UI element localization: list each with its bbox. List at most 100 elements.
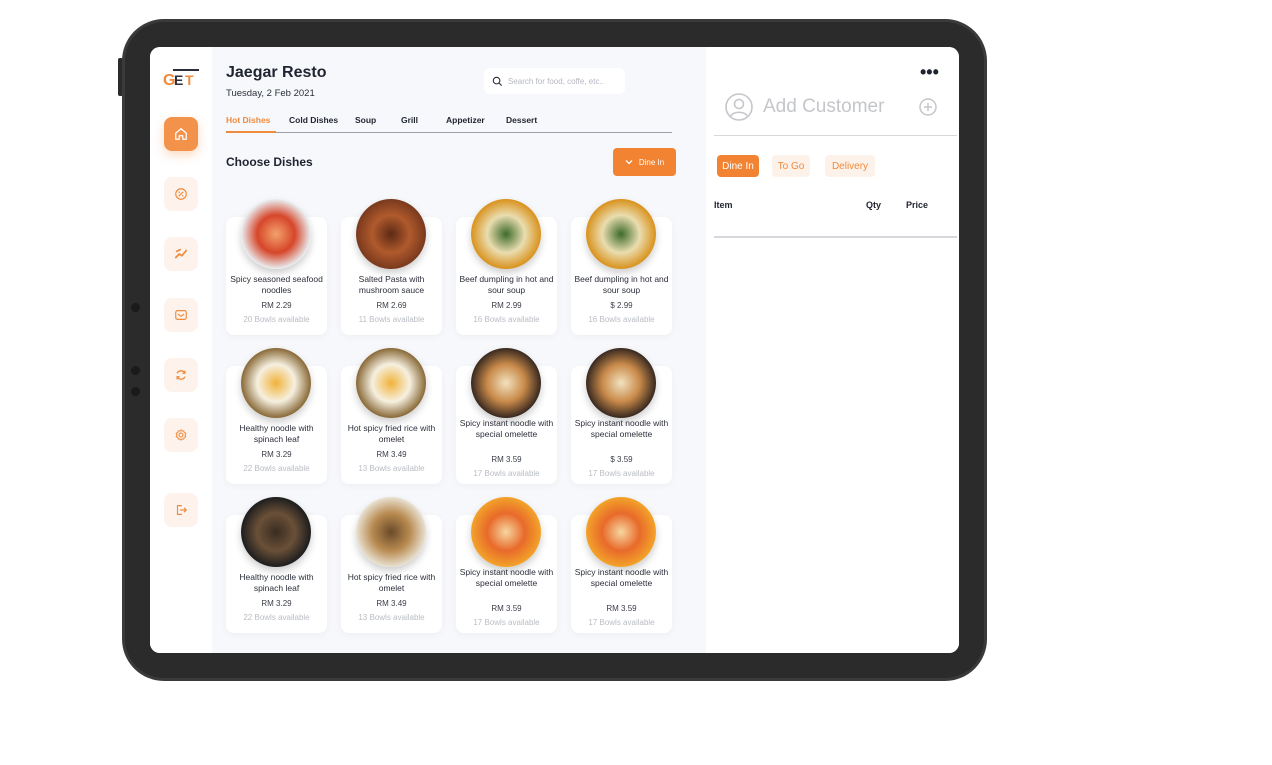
- dish-price: RM 3.59: [491, 604, 522, 613]
- dish-image: [241, 497, 311, 567]
- add-customer-row[interactable]: Add Customer: [714, 90, 957, 136]
- dish-card[interactable]: Spicy seasoned seafood noodles RM 2.29 20 …: [226, 199, 327, 335]
- dish-name: Healthy noodle with spinach leaf: [239, 572, 314, 593]
- dish-availability: 16 Bowls available: [473, 315, 540, 324]
- order-type-delivery[interactable]: Delivery: [825, 155, 875, 177]
- tab-grill[interactable]: Grill: [401, 115, 418, 125]
- dish-price: $ 2.99: [610, 301, 633, 310]
- dish-card[interactable]: Spicy instant noodle with special omelet…: [456, 348, 557, 484]
- dish-name: Beef dumpling in hot and sour soup: [574, 274, 669, 295]
- dish-availability: 22 Bowls available: [243, 464, 310, 473]
- dish-card[interactable]: Spicy instant noodle with special omelet…: [456, 497, 557, 633]
- page-title: Jaegar Resto: [226, 64, 327, 81]
- tablet-sensor-dot: [131, 387, 140, 396]
- dish-name: Spicy instant noodle with special omelet…: [574, 567, 669, 588]
- dish-card[interactable]: Beef dumpling in hot and sour soup $ 2.99…: [571, 199, 672, 335]
- search-box[interactable]: [484, 68, 625, 94]
- dish-price: RM 2.69: [376, 301, 407, 310]
- tab-soup[interactable]: Soup: [355, 115, 376, 125]
- dish-image: [241, 348, 311, 418]
- user-icon: [725, 93, 753, 121]
- dish-card[interactable]: Salted Pasta with mushroom sauce RM 2.69 1…: [341, 199, 442, 335]
- nav-message-button[interactable]: [164, 298, 198, 332]
- column-qty: Qty: [866, 200, 882, 210]
- dish-image: [356, 497, 426, 567]
- dish-availability: 17 Bowls available: [473, 618, 540, 627]
- plus-circle-icon[interactable]: [918, 97, 938, 117]
- tab-appetizer[interactable]: Appetizer: [446, 115, 485, 125]
- gear-icon: [175, 429, 187, 441]
- dish-image: [471, 348, 541, 418]
- dish-price: RM 3.29: [261, 450, 292, 459]
- column-price: Price: [906, 200, 929, 210]
- header-divider: [714, 236, 957, 238]
- dine-in-filter-label: Dine In: [638, 157, 665, 167]
- message-icon: [175, 310, 187, 320]
- tablet-sensor-dot: [131, 366, 140, 375]
- nav-home-button[interactable]: [164, 117, 198, 151]
- order-type-dine-in[interactable]: Dine In: [717, 155, 759, 177]
- more-options-icon[interactable]: •••: [920, 62, 939, 83]
- nav-dashboard-button[interactable]: [164, 237, 198, 271]
- dish-price: RM 3.29: [261, 599, 292, 608]
- tab-cold-dishes[interactable]: Cold Dishes: [289, 115, 338, 125]
- search-icon: [492, 76, 503, 86]
- section-title: Choose Dishes: [226, 155, 313, 169]
- dish-availability: 16 Bowls available: [588, 315, 655, 324]
- order-panel: ••• Add Customer Dine In To Go Delivery …: [706, 47, 959, 653]
- dish-availability: 13 Bowls available: [358, 464, 425, 473]
- dish-price: RM 3.59: [606, 604, 637, 613]
- dish-price: RM 2.29: [261, 301, 292, 310]
- dish-card[interactable]: Healthy noodle with spinach leaf RM 3.29 2…: [226, 497, 327, 633]
- dine-in-filter-dropdown[interactable]: Dine In: [613, 148, 676, 176]
- dish-name: Spicy instant noodle with special omelet…: [574, 418, 669, 439]
- brand-logo: G E T: [159, 67, 203, 91]
- dish-image: [586, 199, 656, 269]
- dish-card[interactable]: Beef dumpling in hot and sour soup RM 2.9…: [456, 199, 557, 335]
- home-icon: [175, 128, 187, 140]
- nav-logout-button[interactable]: [164, 493, 198, 527]
- dish-availability: 11 Bowls available: [358, 315, 425, 324]
- nav-settings-button[interactable]: [164, 418, 198, 452]
- dish-card[interactable]: Spicy instant noodle with special omelet…: [571, 348, 672, 484]
- column-item: Item: [714, 200, 733, 210]
- dish-availability: 20 Bowls available: [243, 315, 310, 324]
- chevron-down-icon: [625, 160, 633, 165]
- dish-availability: 13 Bowls available: [358, 613, 425, 622]
- dish-image: [586, 348, 656, 418]
- dish-card[interactable]: Healthy noodle with spinach leaf RM 3.29 2…: [226, 348, 327, 484]
- svg-text:E: E: [174, 72, 183, 88]
- dish-price: RM 2.99: [491, 301, 522, 310]
- dish-availability: 17 Bowls available: [473, 469, 540, 478]
- order-type-to-go[interactable]: To Go: [772, 155, 810, 177]
- dish-name: Salted Pasta with mushroom sauce: [358, 274, 425, 295]
- dish-card[interactable]: Spicy instant noodle with special omelet…: [571, 497, 672, 633]
- nav-discount-button[interactable]: [164, 177, 198, 211]
- category-tabs: Hot Dishes Cold Dishes Soup Grill Appeti…: [226, 115, 672, 133]
- app-screen: G E T Jaegar Resto Tuesday, 2 Feb 2021 S…: [150, 47, 959, 653]
- discount-icon: [175, 188, 187, 200]
- dish-image: [241, 199, 311, 269]
- dish-price: RM 3.49: [376, 599, 407, 608]
- dish-name: Healthy noodle with spinach leaf: [239, 423, 314, 444]
- dish-name: Beef dumpling in hot and sour soup: [459, 274, 554, 295]
- tablet-camera-dot: [131, 303, 140, 312]
- logout-icon: [176, 505, 188, 515]
- active-tab-indicator: [226, 131, 276, 133]
- dish-name: Hot spicy fried rice with omelet: [347, 572, 436, 593]
- tab-hot-dishes[interactable]: Hot Dishes: [226, 115, 270, 125]
- dish-availability: 17 Bowls available: [588, 469, 655, 478]
- dish-card[interactable]: Hot spicy fried rice with omelet RM 3.49 1…: [341, 497, 442, 633]
- refresh-icon: [176, 370, 186, 380]
- nav-notification-button[interactable]: [164, 358, 198, 392]
- dish-name: Spicy instant noodle with special omelet…: [459, 567, 554, 588]
- svg-text:T: T: [185, 72, 194, 88]
- dish-image: [471, 199, 541, 269]
- search-input[interactable]: [508, 76, 620, 86]
- dish-card[interactable]: Hot spicy fried rice with omelet RM 3.49 1…: [341, 348, 442, 484]
- tab-dessert[interactable]: Dessert: [506, 115, 537, 125]
- dish-price: $ 3.59: [610, 455, 633, 464]
- dish-price: RM 3.59: [491, 455, 522, 464]
- dish-image: [586, 497, 656, 567]
- dish-name: Spicy instant noodle with special omelet…: [459, 418, 554, 439]
